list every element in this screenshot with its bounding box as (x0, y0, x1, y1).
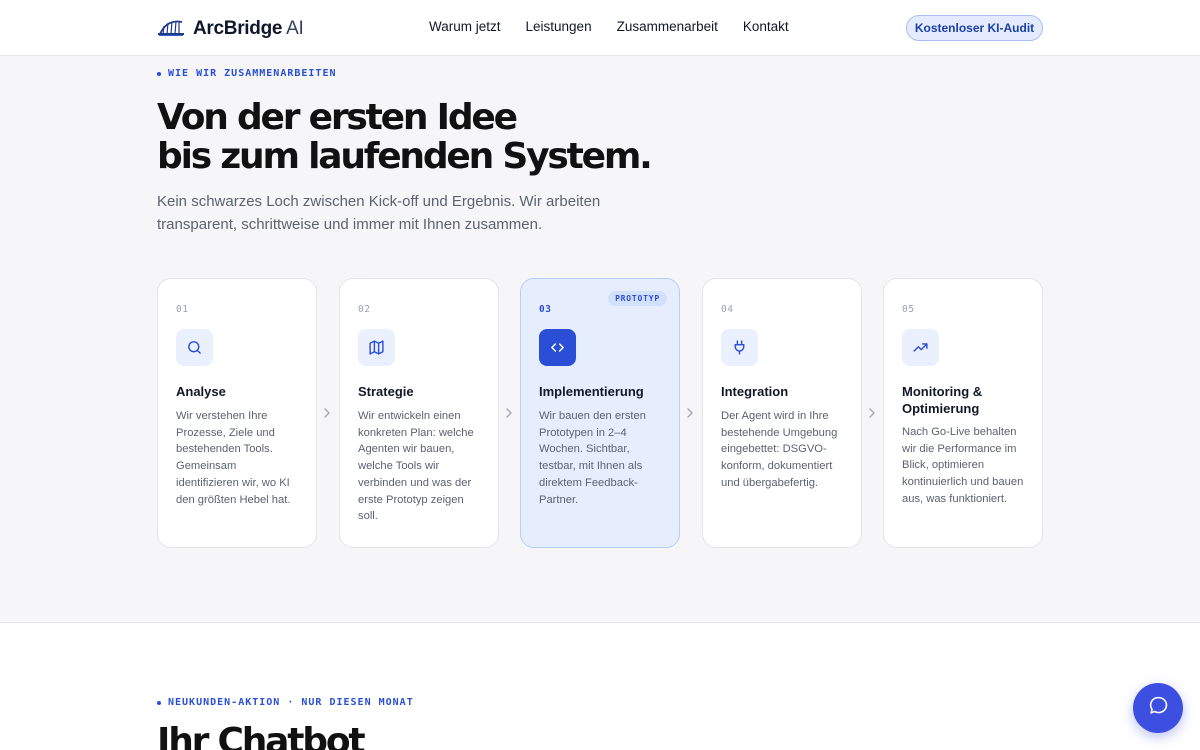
step-title: Strategie (358, 384, 414, 399)
eyebrow-text: WIE WIR ZUSAMMENARBEITEN (168, 68, 337, 79)
section-eyebrow: WIE WIR ZUSAMMENARBEITEN (157, 68, 337, 79)
step-description: Wir bauen den ersten Prototypen in 2–4 W… (539, 410, 646, 506)
offer-eyebrow: NEUKUNDEN-AKTION · NUR DIESEN MONAT (157, 697, 414, 708)
step-card-integration: 04 Integration Der Agent wird in Ihre be… (702, 278, 862, 548)
ki-audit-button[interactable]: Kostenloser KI-Audit (906, 15, 1043, 41)
search-icon (176, 329, 213, 366)
logo-text: ArcBridge AI (193, 17, 304, 40)
step-description: Wir entwickeln einen konkreten Plan: wel… (358, 410, 474, 523)
site-header: ArcBridge AI Warum jetzt Leistungen Zusa… (0, 0, 1200, 56)
step-title: Analyse (176, 384, 226, 399)
section-lead: Kein schwarzes Loch zwischen Kick-off un… (157, 193, 601, 233)
logo-brand: ArcBridge (193, 17, 283, 39)
step-card-analyse: 01 Analyse Wir verstehen Ihre Prozesse, … (157, 278, 317, 548)
headline-line-2: bis zum laufenden System. (157, 136, 653, 177)
chevron-right-icon (868, 405, 878, 418)
step-title: Monitoring & Optimierung (902, 384, 983, 416)
code-icon (539, 329, 576, 366)
main-nav: Warum jetzt Leistungen Zusammenarbeit Ko… (429, 19, 789, 34)
chevron-right-icon (505, 405, 515, 418)
step-description: Wir verstehen Ihre Prozesse, Ziele und b… (176, 410, 291, 506)
chat-bubble-icon (1148, 695, 1169, 721)
nav-link-zusammenarbeit[interactable]: Zusammenarbeit (617, 19, 718, 34)
nav-link-warum-jetzt[interactable]: Warum jetzt (429, 19, 501, 34)
step-description: Nach Go-Live behalten wir die Performanc… (902, 426, 1024, 505)
section-headline: Von der ersten Idee bis zum laufenden Sy… (157, 97, 653, 177)
chevron-right-icon (686, 405, 696, 418)
logo-suffix: AI (286, 17, 304, 39)
nav-link-leistungen[interactable]: Leistungen (526, 19, 592, 34)
step-description: Der Agent wird in Ihre bestehende Umgebu… (721, 410, 838, 489)
step-title: Integration (721, 384, 789, 399)
process-section: WIE WIR ZUSAMMENARBEITEN Von der ersten … (0, 56, 1200, 623)
trending-up-icon (902, 329, 939, 366)
step-card-strategie: 02 Strategie Wir entwickeln einen konkre… (339, 278, 499, 548)
chevron-right-icon (323, 405, 333, 418)
bridge-icon (157, 15, 185, 42)
nav-link-kontakt[interactable]: Kontakt (743, 19, 789, 34)
step-number: 01 (176, 304, 189, 315)
eyebrow-dot (157, 700, 161, 705)
step-card-monitoring: 05 Monitoring & Optimierung Nach Go-Live… (883, 278, 1043, 548)
offer-headline: Ihr Chatbot (157, 721, 366, 750)
logo[interactable]: ArcBridge AI (157, 15, 304, 42)
step-card-implementierung: PROTOTYP 03 Implementierung Wir bauen de… (520, 278, 680, 548)
plug-icon (721, 329, 758, 366)
map-icon (358, 329, 395, 366)
step-number: 04 (721, 304, 734, 315)
step-number: 03 (539, 304, 552, 315)
eyebrow-dot (157, 71, 161, 76)
chat-button[interactable] (1133, 683, 1183, 733)
headline-line-1: Von der ersten Idee (157, 97, 518, 138)
step-number: 05 (902, 304, 915, 315)
prototyp-badge: PROTOTYP (608, 291, 667, 306)
offer-eyebrow-text: NEUKUNDEN-AKTION · NUR DIESEN MONAT (168, 697, 414, 708)
step-title: Implementierung (539, 384, 644, 399)
step-number: 02 (358, 304, 371, 315)
